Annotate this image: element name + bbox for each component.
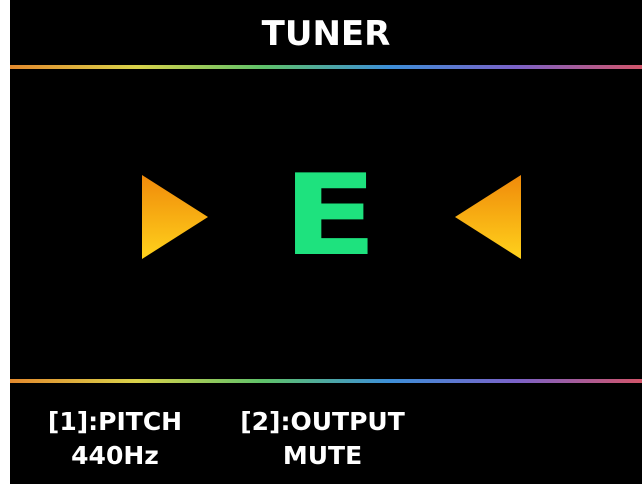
triangle-right-icon xyxy=(142,175,208,259)
detected-note: E xyxy=(282,151,378,281)
tuner-display: E xyxy=(10,69,642,379)
output-parameter[interactable]: [2]:OUTPUT MUTE xyxy=(235,405,410,473)
pitch-value: 440Hz xyxy=(71,441,159,470)
screen-title: TUNER xyxy=(261,14,391,54)
parameter-bar: [1]:PITCH 440Hz [2]:OUTPUT MUTE xyxy=(10,383,642,484)
output-value: MUTE xyxy=(282,441,363,470)
tuner-screen: TUNER E [1]:PITCH 440Hz [2]:OUTPUT MUTE xyxy=(10,0,642,484)
pitch-parameter[interactable]: [1]:PITCH 440Hz xyxy=(40,405,190,473)
output-label: [2]:OUTPUT xyxy=(240,407,405,436)
pitch-label: [1]:PITCH xyxy=(47,407,183,436)
triangle-left-icon xyxy=(455,175,521,259)
